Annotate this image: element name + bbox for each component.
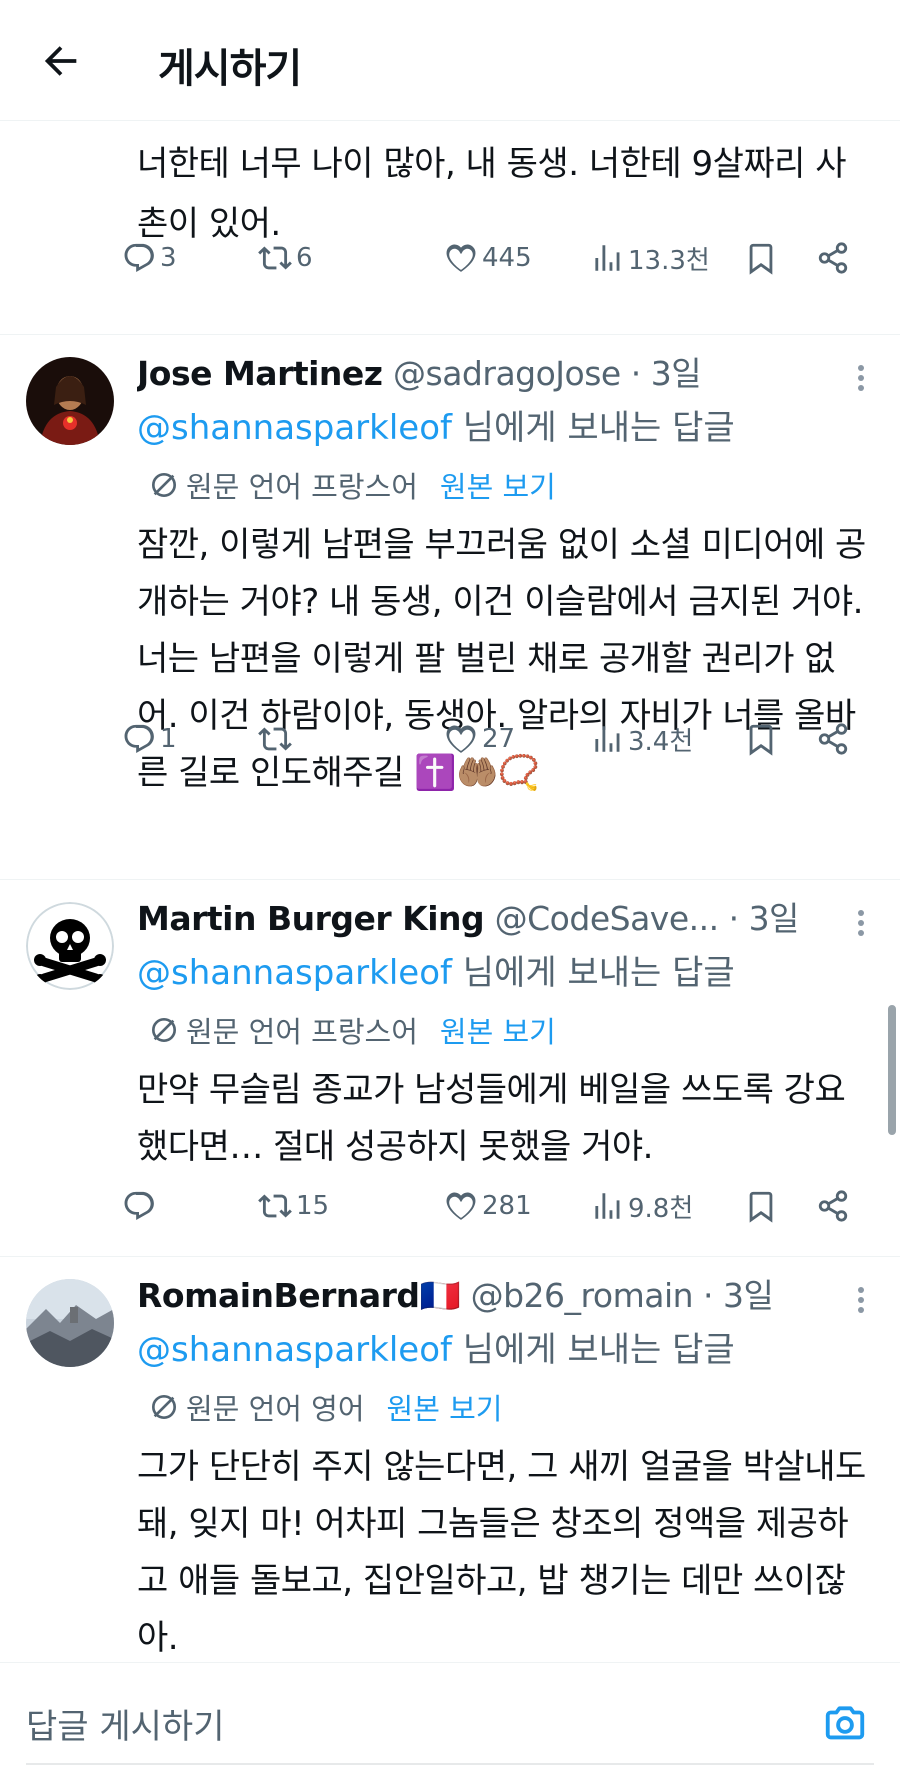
bookmark-button[interactable] [744, 228, 778, 288]
mention-link[interactable]: @shannasparkleof [137, 408, 452, 448]
mention-link[interactable]: @shannasparkleof [137, 1330, 452, 1370]
heart-icon [446, 1192, 476, 1220]
more-icon[interactable] [856, 1283, 866, 1319]
repost-icon [258, 1194, 292, 1218]
share-button[interactable] [816, 1176, 850, 1236]
translation-bar: 원문 언어 프랑스어 원본 보기 [148, 461, 556, 509]
share-icon [818, 723, 848, 755]
reply-context-label: 님에게 보내는 답글 [451, 1330, 735, 1370]
translate-icon [152, 473, 176, 497]
action-bar: 1 27 3.4천 [0, 709, 900, 769]
views-count: 9.8천 [628, 1193, 694, 1224]
avatar[interactable] [26, 357, 114, 445]
like-button[interactable]: 27 [444, 709, 515, 769]
reply-context: @shannasparkleof 님에게 보내는 답글 [137, 1323, 735, 1377]
reply-button[interactable]: 1 [122, 709, 177, 769]
show-original-link[interactable]: 원본 보기 [387, 1386, 503, 1428]
views-button[interactable]: 3.4천 [590, 709, 693, 769]
translation-bar: 원문 언어 프랑스어 원본 보기 [148, 1006, 556, 1054]
mention-link[interactable]: @shannasparkleof [137, 953, 452, 993]
translation-label: 원문 언어 프랑스어 [186, 470, 418, 504]
heart-icon [446, 725, 476, 753]
handle-and-time: @CodeSave... · 3일 [494, 899, 800, 938]
like-button[interactable]: 445 [444, 228, 532, 288]
reply-context-label: 님에게 보내는 답글 [451, 408, 735, 448]
camera-icon[interactable] [822, 1701, 868, 1747]
more-icon[interactable] [856, 906, 866, 942]
reply-tweet[interactable]: Martin Burger King @CodeSave... · 3일 @sh… [0, 880, 900, 1256]
tweet-header: Martin Burger King @CodeSave... · 3일 [137, 894, 847, 944]
scrollbar[interactable] [888, 1005, 896, 1135]
share-icon [818, 242, 848, 274]
action-bar: 3 6 445 13.3천 [0, 228, 900, 288]
bookmark-button[interactable] [744, 1176, 778, 1236]
translation-bar: 원문 언어 영어 원본 보기 [148, 1383, 502, 1431]
reply-tweet[interactable]: RomainBernard🇫🇷 @b26_romain · 3일 @shanna… [0, 1257, 900, 1662]
repost-button[interactable] [258, 709, 296, 769]
show-original-link[interactable]: 원본 보기 [440, 464, 556, 506]
translation-label: 원문 언어 프랑스어 [186, 1015, 418, 1049]
views-count: 3.4천 [628, 726, 694, 757]
arrow-left-icon[interactable] [38, 38, 84, 84]
action-bar: 15 281 9.8천 [0, 1176, 900, 1236]
reply-composer: 답글 게시하기 [0, 1662, 900, 1779]
reply-icon [124, 1191, 154, 1221]
reply-count: 1 [160, 724, 177, 754]
translate-icon [152, 1018, 176, 1042]
heart-icon [446, 244, 476, 272]
share-button[interactable] [816, 709, 850, 769]
top-bar: 게시하기 [0, 0, 900, 121]
like-button[interactable]: 281 [444, 1176, 532, 1236]
reply-count: 3 [160, 243, 177, 273]
bookmark-button[interactable] [744, 709, 778, 769]
share-icon [818, 1190, 848, 1222]
bookmark-icon [749, 724, 773, 756]
views-icon [595, 1193, 620, 1219]
page-title: 게시하기 [158, 46, 302, 92]
translation-label: 원문 언어 영어 [186, 1392, 365, 1426]
reply-icon [124, 243, 154, 273]
repost-button[interactable]: 6 [258, 228, 313, 288]
reply-button[interactable] [122, 1176, 160, 1236]
reply-icon [124, 724, 154, 754]
like-count: 27 [482, 724, 516, 754]
display-name[interactable]: Jose Martinez [137, 354, 383, 393]
views-icon [595, 245, 620, 271]
reply-tweet[interactable]: Jose Martinez @sadragoJose · 3일 @shannas… [0, 335, 900, 879]
avatar[interactable] [26, 902, 114, 990]
repost-count: 15 [296, 1191, 330, 1221]
share-button[interactable] [816, 228, 850, 288]
bookmark-icon [749, 1191, 773, 1223]
repost-button[interactable]: 15 [258, 1176, 329, 1236]
like-count: 445 [482, 243, 532, 273]
views-count: 13.3천 [628, 245, 710, 276]
handle-and-time: @b26_romain · 3일 [470, 1276, 774, 1315]
display-name[interactable]: Martin Burger King [137, 899, 485, 938]
reply-context-label: 님에게 보내는 답글 [451, 953, 735, 993]
views-icon [595, 726, 620, 752]
repost-count: 6 [296, 243, 313, 273]
avatar[interactable] [26, 1279, 114, 1367]
reply-input[interactable]: 답글 게시하기 [26, 1699, 225, 1748]
repost-icon [258, 246, 292, 270]
divider [26, 1763, 874, 1765]
tweet-header: RomainBernard🇫🇷 @b26_romain · 3일 [137, 1271, 847, 1321]
handle-and-time: @sadragoJose · 3일 [393, 354, 702, 393]
more-icon[interactable] [856, 361, 866, 397]
tweet-text: 만약 무슬림 종교가 남성들에게 베일을 쓰도록 강요했다면… 절대 성공하지 … [137, 1070, 846, 1167]
like-count: 281 [482, 1191, 532, 1221]
views-button[interactable]: 13.3천 [590, 228, 710, 288]
reply-button[interactable]: 3 [122, 228, 177, 288]
reply-context: @shannasparkleof 님에게 보내는 답글 [137, 401, 735, 455]
reply-context: @shannasparkleof 님에게 보내는 답글 [137, 946, 735, 1000]
views-button[interactable]: 9.8천 [590, 1176, 693, 1236]
tweet-header: Jose Martinez @sadragoJose · 3일 [137, 349, 847, 399]
show-original-link[interactable]: 원본 보기 [440, 1009, 556, 1051]
bookmark-icon [749, 243, 773, 275]
repost-icon [258, 727, 292, 751]
tweet-text: 그가 단단히 주지 않는다면, 그 새끼 얼굴을 박살내도 돼, 잊지 마! 어… [137, 1447, 866, 1658]
display-name[interactable]: RomainBernard🇫🇷 [137, 1276, 461, 1315]
translate-icon [152, 1395, 176, 1419]
